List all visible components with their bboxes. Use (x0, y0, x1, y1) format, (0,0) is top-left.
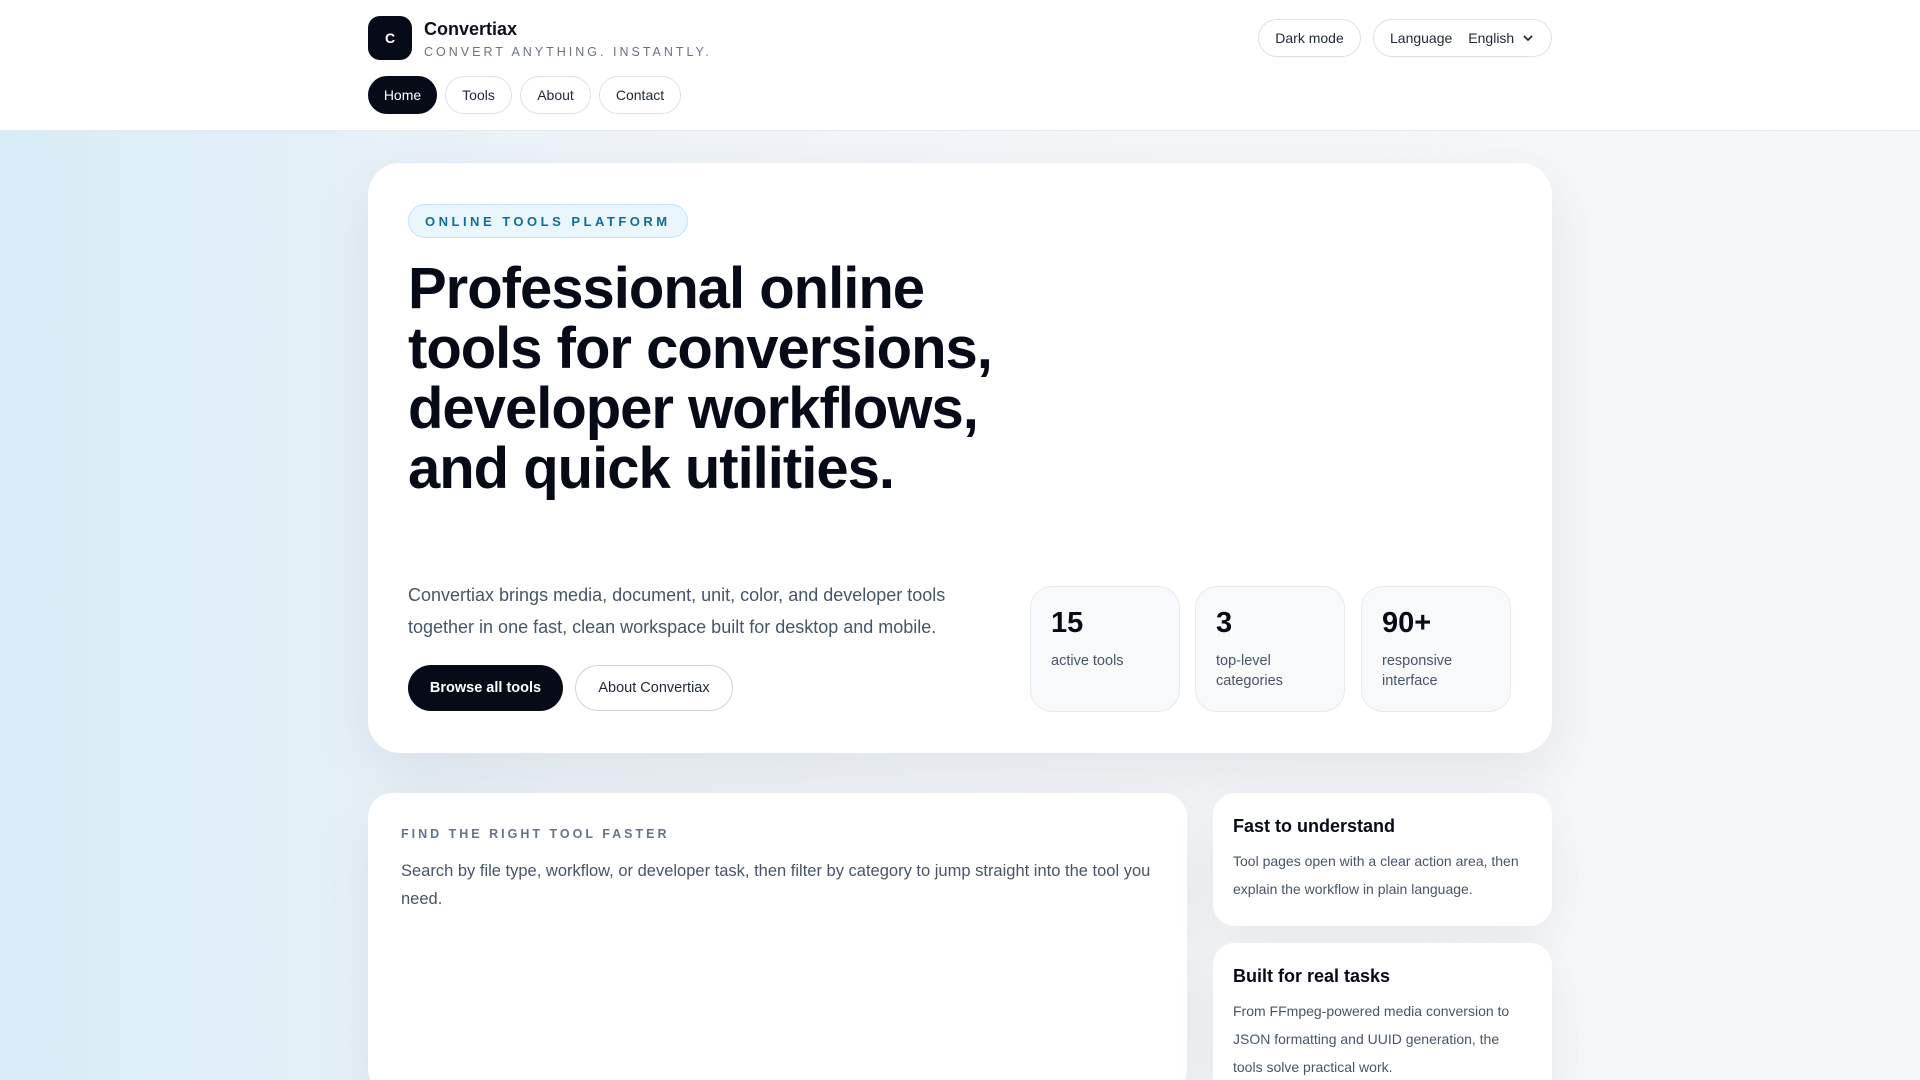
feature-title: Fast to understand (1233, 816, 1396, 836)
nav-tools[interactable]: Tools (445, 76, 512, 114)
stat-label: responsive interface (1382, 653, 1453, 689)
site-header: C Convertiax CONVERT ANYTHING. INSTANTLY… (0, 0, 1920, 131)
nav-about[interactable]: About (520, 76, 591, 114)
feature-card-real-tasks: Built for real tasks From FFmpeg-powered… (1213, 943, 1552, 1080)
dark-mode-button[interactable]: Dark mode (1258, 19, 1361, 57)
hero-eyebrow-badge: ONLINE TOOLS PLATFORM (408, 204, 688, 238)
stat-value: 3 (1216, 607, 1233, 639)
stat-card-responsive: 90+ responsive interface (1361, 586, 1511, 712)
stat-label: active tools (1051, 653, 1124, 669)
about-button[interactable]: About Convertiax (575, 665, 733, 711)
brand-logo[interactable]: C (368, 16, 412, 60)
logo-letter: C (384, 30, 396, 46)
nav-home[interactable]: Home (368, 76, 437, 114)
nav-contact[interactable]: Contact (599, 76, 681, 114)
brand-name[interactable]: Convertiax (424, 19, 517, 40)
find-tool-card: FIND THE RIGHT TOOL FASTER Search by fil… (368, 793, 1187, 1080)
chevron-down-icon (1522, 32, 1534, 44)
brand-tagline: CONVERT ANYTHING. INSTANTLY. (424, 45, 712, 59)
language-select[interactable]: Language English (1373, 19, 1552, 57)
feature-card-fast: Fast to understand Tool pages open with … (1213, 793, 1552, 926)
hero-description: Convertiax brings media, document, unit,… (408, 585, 946, 637)
stat-card-active-tools: 15 active tools (1030, 586, 1180, 712)
language-label: Language (1390, 30, 1453, 46)
stat-card-categories: 3 top-level categories (1195, 586, 1345, 712)
stat-value: 15 (1051, 607, 1084, 639)
feature-text: From FFmpeg-powered media conversion to … (1233, 1003, 1510, 1075)
stat-label: top-level categories (1216, 653, 1283, 689)
language-value: English (1468, 30, 1515, 46)
hero-card: ONLINE TOOLS PLATFORM Professional onlin… (368, 163, 1552, 753)
find-description: Search by file type, workflow, or develo… (401, 862, 1151, 908)
browse-tools-button[interactable]: Browse all tools (408, 665, 563, 711)
feature-text: Tool pages open with a clear action area… (1233, 853, 1519, 897)
stat-value: 90+ (1382, 607, 1432, 639)
hero-title: Professional online tools for conversion… (408, 256, 993, 501)
feature-title: Built for real tasks (1233, 966, 1391, 986)
find-eyebrow: FIND THE RIGHT TOOL FASTER (401, 827, 670, 841)
